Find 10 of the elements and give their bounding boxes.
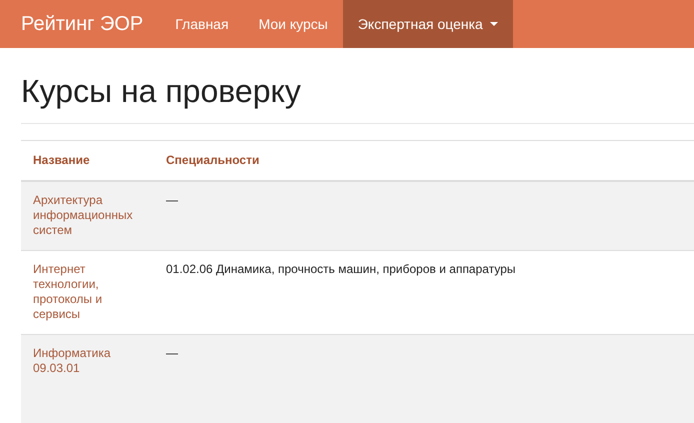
course-link[interactable]: Архитектура информационных систем [33,193,142,238]
brand-link[interactable]: Рейтинг ЭОР [21,0,144,48]
course-link[interactable]: Информатика 09.03.01 [33,346,142,376]
nav-link[interactable]: Главная [160,0,244,48]
nav-link[interactable]: Экспертная оценка [342,0,513,48]
table-cell: — [154,181,694,250]
nav-link[interactable]: Мои курсы [244,0,343,48]
course-link[interactable]: Интернет технологии, протоколы и сервисы [33,262,142,322]
page-title: Курсы на проверку [21,72,302,111]
table-cell: — [154,334,694,423]
